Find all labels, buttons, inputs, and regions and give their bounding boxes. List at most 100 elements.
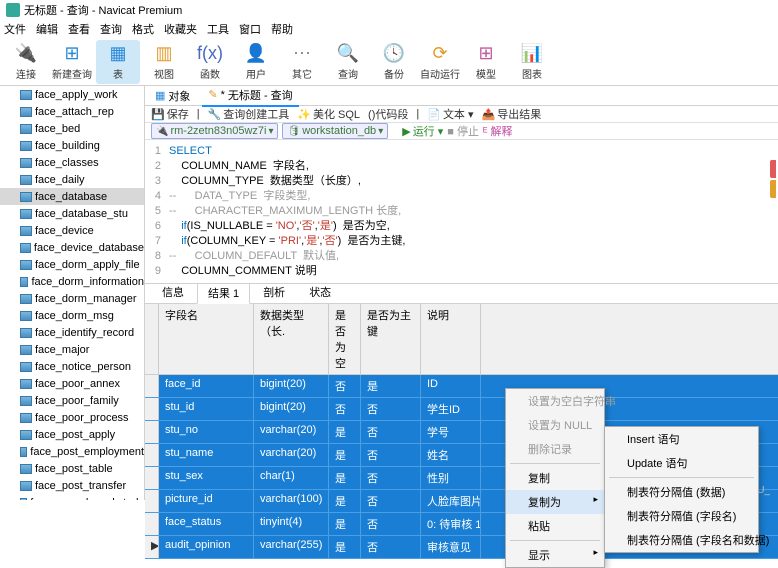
stop-button: ■ 停止 [447, 123, 479, 139]
toolbar-表[interactable]: ▦ 表 [96, 40, 140, 84]
context-submenu[interactable]: Insert 语句Update 语句制表符分隔值 (数据)制表符分隔值 (字段名… [604, 426, 759, 553]
tab-objects[interactable]: ▦对象 [149, 86, 196, 106]
toolbar-其它[interactable]: ⋯ 其它 [280, 40, 324, 84]
table-row-face_poor_family[interactable]: face_poor_family [0, 392, 144, 409]
table-icon [20, 158, 32, 168]
connection-select[interactable]: 🔌 rm-2zetn83n05wz7i ▾ [151, 123, 278, 139]
toolbar-视图[interactable]: ▥ 视图 [142, 40, 186, 84]
table-row-face_dorm_information[interactable]: face_dorm_information [0, 273, 144, 290]
table-row-face_poor_annex[interactable]: face_poor_annex [0, 375, 144, 392]
tab-query[interactable]: ✎*无标题 - 查询 [202, 85, 298, 107]
table-row-face_identify_record[interactable]: face_identify_record [0, 324, 144, 341]
table-row-face_post_employment[interactable]: face_post_employment [0, 443, 144, 460]
menu-编辑[interactable]: 编辑 [36, 21, 58, 37]
database-select[interactable]: 🛢 workstation_db ▾ [282, 123, 388, 139]
查询-icon: 🔍 [337, 43, 359, 65]
ctx-复制为[interactable]: 复制为 [506, 490, 604, 514]
ctx-制表符分隔值 (字段名和数据)[interactable]: 制表符分隔值 (字段名和数据) [605, 528, 758, 552]
text-mode-button[interactable]: 📄 文本 ▾ [427, 106, 473, 122]
table-row-face_daily[interactable]: face_daily [0, 171, 144, 188]
sql-editor[interactable]: 1SELECT2 COLUMN_NAME 字段名,3 COLUMN_TYPE 数… [145, 140, 778, 284]
table-row-face_notice_person[interactable]: face_notice_person [0, 358, 144, 375]
main-toolbar: 🔌 连接 ⊞ 新建查询 ▦ 表 ▥ 视图 f(x) 函数 👤 用户 ⋯ 其它 🔍… [0, 38, 778, 86]
table-row-face_attach_rep[interactable]: face_attach_rep [0, 103, 144, 120]
query-builder-button[interactable]: 🔧 查询创建工具 [208, 106, 290, 122]
table-row-face_building[interactable]: face_building [0, 137, 144, 154]
context-menu[interactable]: 设置为空白字符串设置为 NULL删除记录复制复制为粘贴显示 [505, 388, 605, 568]
toolbar-图表[interactable]: 📊 图表 [510, 40, 554, 84]
table-row-face_post_table[interactable]: face_post_table [0, 460, 144, 477]
table-icon [20, 107, 32, 117]
table-icon [20, 175, 32, 185]
col-header[interactable]: 字段名 [159, 304, 254, 374]
toolbar-自动运行[interactable]: ⟳ 自动运行 [418, 40, 462, 84]
table-row-face_record_workstudy[interactable]: face_record_workstudy [0, 494, 144, 500]
ctx-制表符分隔值 (数据)[interactable]: 制表符分隔值 (数据) [605, 480, 758, 504]
table-row-face_device[interactable]: face_device [0, 222, 144, 239]
table-icon [20, 209, 32, 219]
result-tab-状态[interactable]: 状态 [298, 281, 342, 303]
toolbar-查询[interactable]: 🔍 查询 [326, 40, 370, 84]
col-header[interactable]: 数据类型（长. [254, 304, 329, 374]
menu-帮助[interactable]: 帮助 [271, 21, 293, 37]
result-tab-信息[interactable]: 信息 [151, 281, 195, 303]
menu-窗口[interactable]: 窗口 [239, 21, 261, 37]
table-row-face_post_transfer[interactable]: face_post_transfer [0, 477, 144, 494]
menu-文件[interactable]: 文件 [4, 21, 26, 37]
bookmark-strip [770, 160, 778, 200]
menu-bar: 文件编辑查看查询格式收藏夹工具窗口帮助 [0, 20, 778, 38]
explain-button[interactable]: ᴱ 解释 [483, 123, 513, 139]
ctx-复制[interactable]: 复制 [506, 466, 604, 490]
table-row-face_apply_work[interactable]: face_apply_work [0, 86, 144, 103]
table-icon [20, 226, 32, 236]
table-row-face_major[interactable]: face_major [0, 341, 144, 358]
col-header[interactable]: 是否为主键 [361, 304, 421, 374]
table-row-face_post_apply[interactable]: face_post_apply [0, 426, 144, 443]
menu-收藏夹[interactable]: 收藏夹 [164, 21, 197, 37]
toolbar-备份[interactable]: 🕓 备份 [372, 40, 416, 84]
toolbar-函数[interactable]: f(x) 函数 [188, 40, 232, 84]
表-icon: ▦ [107, 43, 129, 65]
toolbar-模型[interactable]: ⊞ 模型 [464, 40, 508, 84]
table-row-face_database[interactable]: face_database [0, 188, 144, 205]
toolbar-新建查询[interactable]: ⊞ 新建查询 [50, 40, 94, 84]
ctx-Insert 语句[interactable]: Insert 语句 [605, 427, 758, 451]
ctx-显示[interactable]: 显示 [506, 543, 604, 567]
table-icon [20, 345, 32, 355]
模型-icon: ⊞ [475, 43, 497, 65]
table-row-face_bed[interactable]: face_bed [0, 120, 144, 137]
menu-查询[interactable]: 查询 [100, 21, 122, 37]
table-row-face_poor_process[interactable]: face_poor_process [0, 409, 144, 426]
result-tab-结果 1[interactable]: 结果 1 [197, 282, 250, 304]
table-icon [20, 447, 27, 457]
ctx-粘贴[interactable]: 粘贴 [506, 514, 604, 538]
menu-查看[interactable]: 查看 [68, 21, 90, 37]
grid-row[interactable]: face_idbigint(20)否是ID [145, 375, 778, 398]
table-list-sidebar[interactable]: face_apply_work face_attach_rep face_bed… [0, 86, 145, 500]
title-bar: 无标题 - 查询 - Navicat Premium [0, 0, 778, 20]
beautify-sql-button[interactable]: ✨ 美化 SQL [297, 106, 360, 122]
export-results-button[interactable]: 📤 导出结果 [482, 106, 542, 122]
ctx-制表符分隔值 (字段名)[interactable]: 制表符分隔值 (字段名) [605, 504, 758, 528]
menu-格式[interactable]: 格式 [132, 21, 154, 37]
result-tab-剖析[interactable]: 剖析 [252, 281, 296, 303]
code-snippet-button[interactable]: ()代码段 [368, 106, 408, 122]
ctx-Update 语句[interactable]: Update 语句 [605, 451, 758, 475]
table-row-face_device_database[interactable]: face_device_database [0, 239, 144, 256]
table-row-face_dorm_apply_file[interactable]: face_dorm_apply_file [0, 256, 144, 273]
table-icon [20, 362, 32, 372]
run-button[interactable]: ▶ 运行 ▾ [402, 123, 443, 139]
table-row-face_database_stu[interactable]: face_database_stu [0, 205, 144, 222]
col-header[interactable]: 说明 [421, 304, 481, 374]
table-row-face_classes[interactable]: face_classes [0, 154, 144, 171]
toolbar-连接[interactable]: 🔌 连接 [4, 40, 48, 84]
grid-row[interactable]: stu_idbigint(20)否否学生ID [145, 398, 778, 421]
table-row-face_dorm_msg[interactable]: face_dorm_msg [0, 307, 144, 324]
table-row-face_dorm_manager[interactable]: face_dorm_manager [0, 290, 144, 307]
save-button[interactable]: 💾 保存 [151, 106, 189, 122]
col-header[interactable]: 是否为空 [329, 304, 361, 374]
menu-工具[interactable]: 工具 [207, 21, 229, 37]
toolbar-用户[interactable]: 👤 用户 [234, 40, 278, 84]
table-icon [20, 243, 31, 253]
window-title: 无标题 - 查询 - Navicat Premium [24, 2, 182, 18]
